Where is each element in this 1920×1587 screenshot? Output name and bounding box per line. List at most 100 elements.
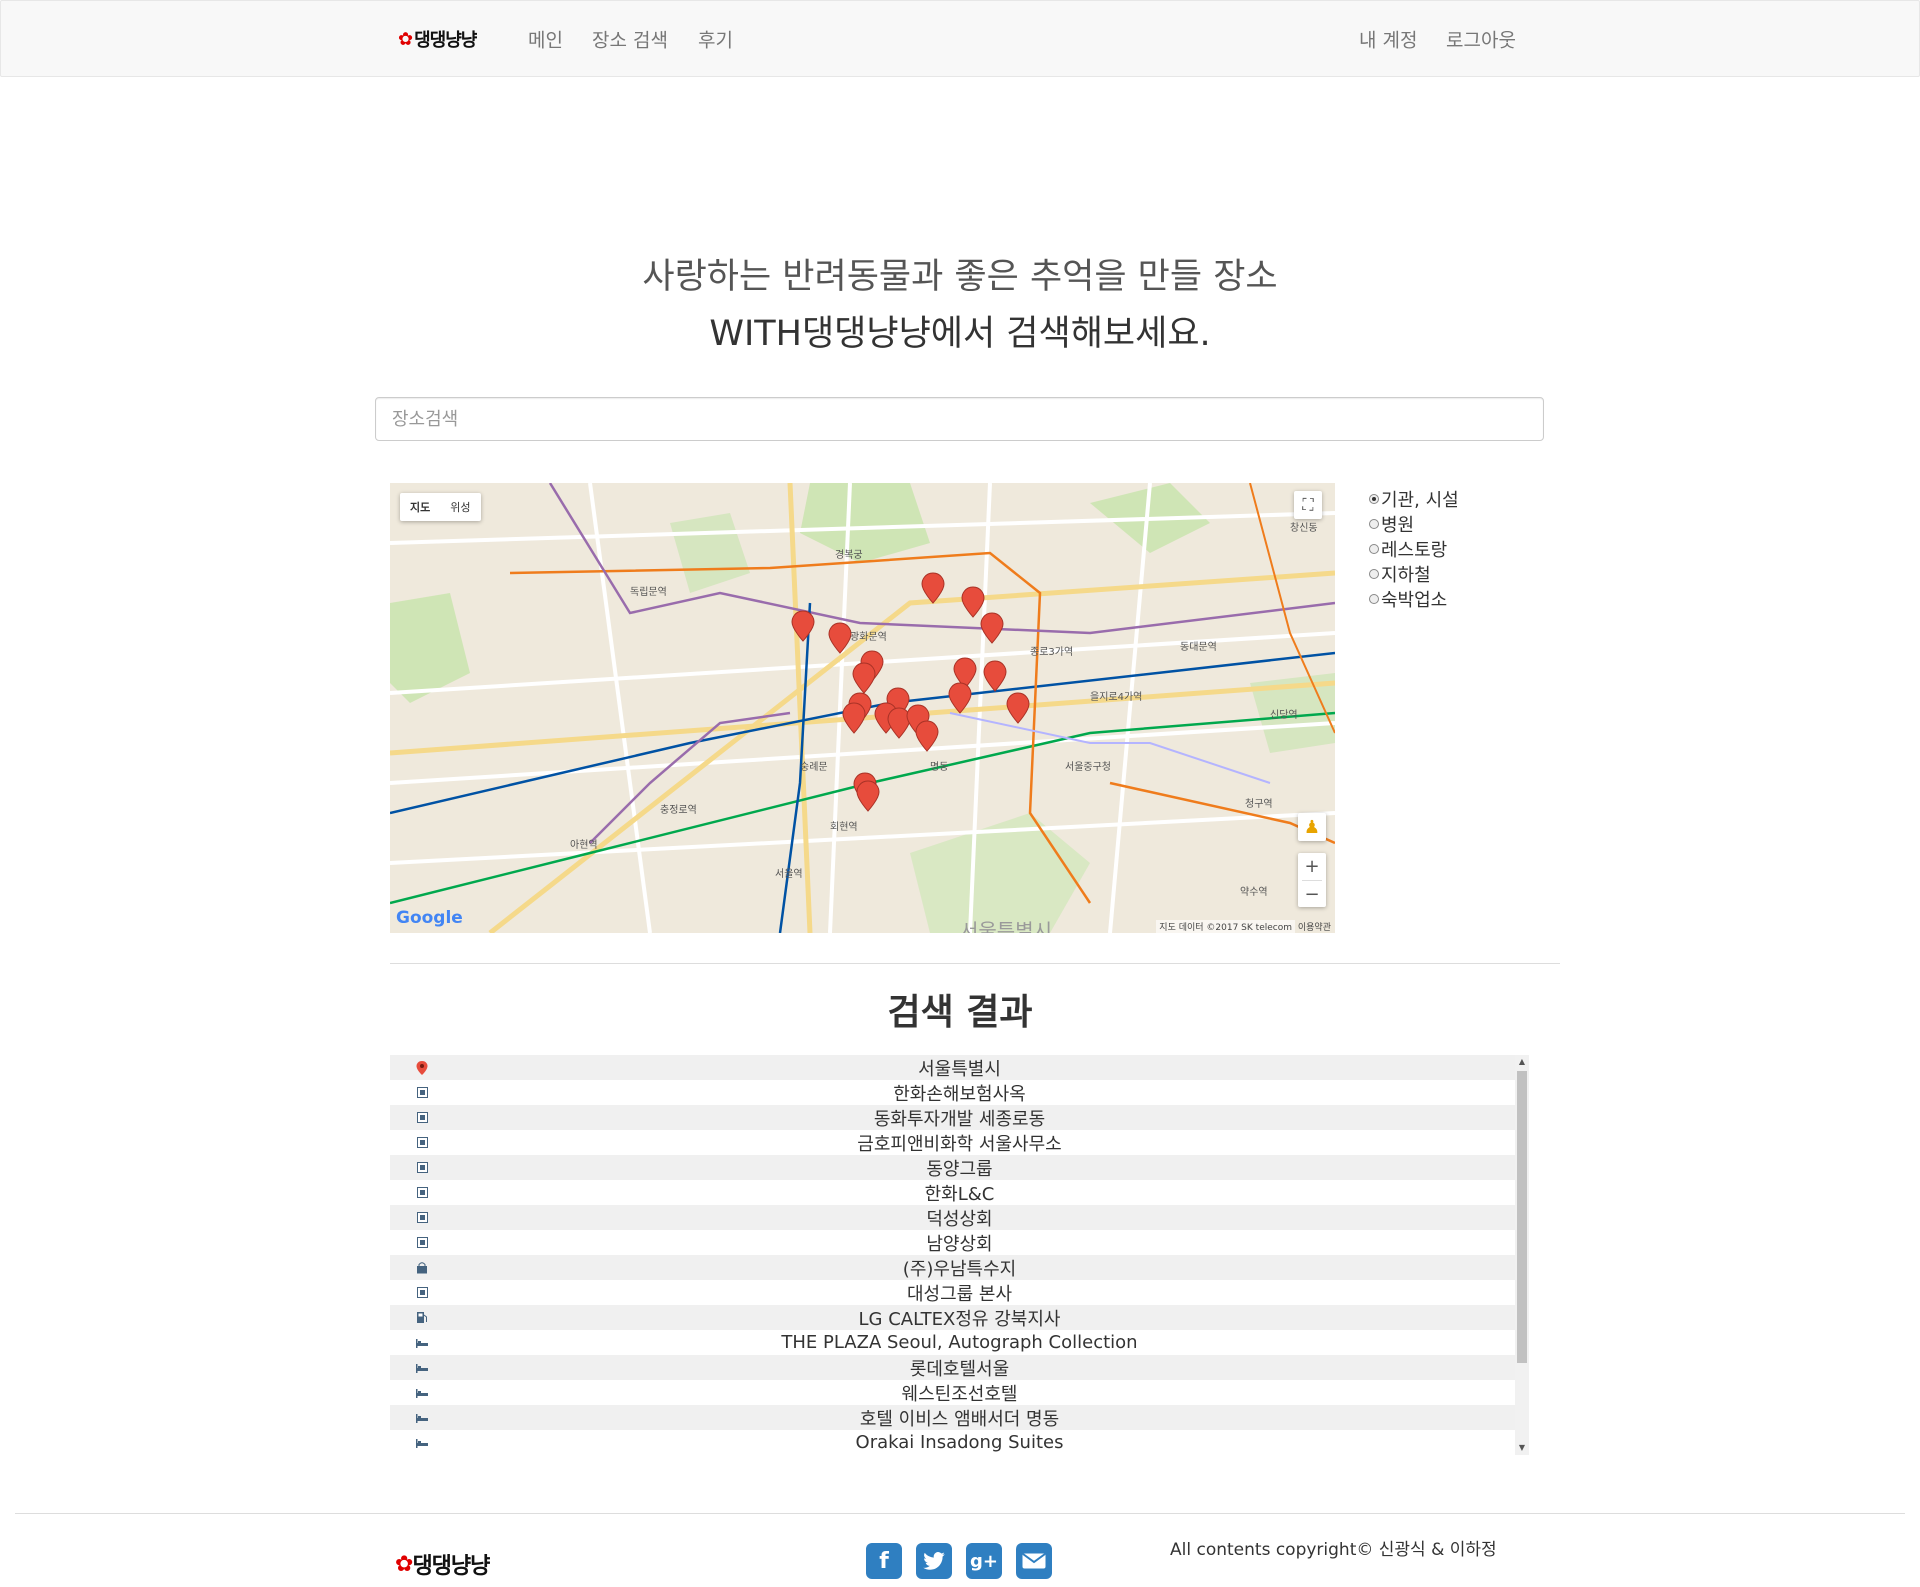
twitter-icon[interactable] bbox=[916, 1543, 952, 1579]
list-item[interactable]: 호텔 이비스 앰배서더 명동 bbox=[390, 1405, 1529, 1430]
result-name: Orakai Insadong Suites bbox=[855, 1432, 1064, 1453]
bed-icon bbox=[416, 1362, 428, 1374]
result-name: 롯데호텔서울 bbox=[909, 1358, 1010, 1380]
radio-button[interactable] bbox=[1369, 593, 1379, 604]
list-item[interactable]: 덕성상회 bbox=[390, 1205, 1529, 1230]
map-label: 신당역 bbox=[1270, 710, 1298, 721]
map-type-satellite-button[interactable]: 위성 bbox=[440, 493, 480, 521]
facebook-icon[interactable]: f bbox=[866, 1543, 902, 1579]
zoom-out-button[interactable]: − bbox=[1302, 879, 1322, 908]
nav-link-reviews[interactable]: 후기 bbox=[698, 26, 733, 53]
map-label: 회현역 bbox=[830, 822, 858, 833]
fullscreen-icon[interactable]: ⛶ bbox=[1294, 491, 1322, 519]
category-label: 레스토랑 bbox=[1381, 539, 1448, 561]
result-name: THE PLAZA Seoul, Autograph Collection bbox=[781, 1332, 1138, 1353]
list-item[interactable]: 롯데호텔서울 bbox=[390, 1355, 1529, 1380]
result-name: 호텔 이비스 앰배서더 명동 bbox=[859, 1408, 1060, 1430]
list-item[interactable]: 남양상회 bbox=[390, 1230, 1529, 1255]
footer-brand-text: 댕댕냥냥 bbox=[412, 1554, 490, 1579]
result-name: 동양그룹 bbox=[926, 1158, 993, 1180]
building-icon bbox=[416, 1212, 428, 1224]
bed-icon bbox=[416, 1387, 428, 1399]
list-item[interactable]: 서울특별시 bbox=[390, 1055, 1529, 1080]
list-item[interactable]: (주)우남특수지 bbox=[390, 1255, 1529, 1280]
building-icon bbox=[416, 1162, 428, 1174]
bed-icon bbox=[416, 1412, 428, 1424]
results-title: 검색 결과 bbox=[887, 992, 1033, 1033]
place-search-input[interactable] bbox=[375, 397, 1544, 441]
result-name: 대성그룹 본사 bbox=[906, 1283, 1013, 1305]
list-item[interactable]: 웨스틴조선호텔 bbox=[390, 1380, 1529, 1405]
bed-icon bbox=[416, 1337, 428, 1349]
brand-text: 댕댕냥냥 bbox=[414, 30, 477, 51]
radio-button[interactable] bbox=[1369, 518, 1379, 529]
list-item[interactable]: 동화투자개발 세종로동 bbox=[390, 1105, 1529, 1130]
map-label: 종로3가역 bbox=[1030, 647, 1074, 658]
building-icon bbox=[416, 1287, 428, 1299]
hero-line-2: WITH댕댕냥냥에서 검색해보세요. bbox=[709, 314, 1211, 354]
building-icon bbox=[416, 1112, 428, 1124]
list-item[interactable]: 한화L&C bbox=[390, 1180, 1529, 1205]
map-label: 동대문역 bbox=[1180, 642, 1217, 653]
building-icon bbox=[416, 1137, 428, 1149]
shop-icon bbox=[416, 1261, 428, 1274]
list-item[interactable]: 대성그룹 본사 bbox=[390, 1280, 1529, 1305]
zoom-in-button[interactable]: + bbox=[1304, 853, 1319, 880]
top-navbar: ✿ 댕댕냥냥 메인 장소 검색 후기 내 계정 로그아웃 bbox=[0, 0, 1920, 77]
nav-link-place-search[interactable]: 장소 검색 bbox=[592, 26, 668, 53]
location-pin-icon bbox=[416, 1060, 428, 1075]
radio-button[interactable] bbox=[1369, 543, 1379, 554]
radio-button[interactable] bbox=[1369, 493, 1379, 504]
result-name: 동화투자개발 세종로동 bbox=[873, 1108, 1046, 1130]
scroll-up-arrow-icon[interactable]: ▲ bbox=[1515, 1055, 1529, 1069]
list-item[interactable]: Orakai Insadong Suites bbox=[390, 1430, 1529, 1455]
list-item[interactable]: 동양그룹 bbox=[390, 1155, 1529, 1180]
footer-brand-logo[interactable]: ✿ 댕댕냥냥 bbox=[395, 1548, 490, 1580]
radio-button[interactable] bbox=[1369, 568, 1379, 579]
scroll-down-arrow-icon[interactable]: ▼ bbox=[1515, 1441, 1529, 1455]
category-label: 기관, 시설 bbox=[1381, 489, 1459, 511]
list-item[interactable]: LG CALTEX정유 강북지사 bbox=[390, 1305, 1529, 1330]
result-name: 덕성상회 bbox=[926, 1208, 993, 1230]
email-icon[interactable] bbox=[1016, 1543, 1052, 1579]
map-label: 아현역 bbox=[570, 840, 598, 851]
building-icon bbox=[416, 1237, 428, 1249]
map-type-map-button[interactable]: 지도 bbox=[400, 493, 440, 521]
list-item[interactable]: THE PLAZA Seoul, Autograph Collection bbox=[390, 1330, 1529, 1355]
nav-link-logout[interactable]: 로그아웃 bbox=[1446, 26, 1516, 53]
result-name: 금호피앤비화학 서울사무소 bbox=[857, 1133, 1062, 1155]
result-name: 남양상회 bbox=[926, 1233, 993, 1255]
result-name: 서울특별시 bbox=[918, 1058, 1001, 1080]
results-scrollbar-thumb[interactable] bbox=[1517, 1071, 1527, 1363]
category-option[interactable]: 숙박업소 bbox=[1369, 586, 1459, 611]
result-name: 한화L&C bbox=[924, 1183, 995, 1205]
map-label: 숭례문 bbox=[800, 762, 828, 773]
building-icon bbox=[416, 1087, 428, 1099]
hero-line-1: 사랑하는 반려동물과 좋은 추억을 만들 장소 bbox=[642, 257, 1278, 297]
nav-link-main[interactable]: 메인 bbox=[528, 26, 563, 53]
nav-link-my-account[interactable]: 내 계정 bbox=[1359, 26, 1417, 53]
list-item[interactable]: 한화손해보험사옥 bbox=[390, 1080, 1529, 1105]
map-label: 약수역 bbox=[1240, 887, 1268, 898]
category-option[interactable]: 지하철 bbox=[1369, 561, 1459, 586]
map-terms-link[interactable]: 이용약관 bbox=[1298, 920, 1331, 933]
zoom-control: + − bbox=[1298, 853, 1326, 907]
map-label: 창신동 bbox=[1290, 523, 1318, 534]
map-label: 청구역 bbox=[1245, 799, 1273, 810]
pegman-icon[interactable]: ♟ bbox=[1298, 813, 1326, 841]
category-option[interactable]: 기관, 시설 bbox=[1369, 486, 1459, 511]
list-item[interactable]: 금호피앤비화학 서울사무소 bbox=[390, 1130, 1529, 1155]
map-label: 광화문역 bbox=[850, 632, 887, 643]
category-option[interactable]: 병원 bbox=[1369, 511, 1459, 536]
google-logo[interactable]: Google bbox=[396, 908, 463, 928]
map-label-seoul: 서울특별시 bbox=[960, 919, 1052, 933]
category-filter: 기관, 시설 병원 레스토랑 지하철 숙박업소 bbox=[1369, 486, 1459, 611]
copyright-text: All contents copyright© 신광식 & 이하정 bbox=[1170, 1540, 1497, 1560]
results-list: 서울특별시 한화손해보험사옥 동화투자개발 세종로동 금호피앤비화학 서울사무소… bbox=[390, 1055, 1529, 1455]
google-plus-icon[interactable]: g+ bbox=[966, 1543, 1002, 1579]
map-label: 경복궁 bbox=[835, 550, 863, 561]
category-option[interactable]: 레스토랑 bbox=[1369, 536, 1459, 561]
map-view[interactable]: 서울특별시 종로3가역 을지로4가역 회현역 서울역 동대문역 경복궁 광화문역… bbox=[390, 483, 1335, 933]
result-name: 웨스틴조선호텔 bbox=[901, 1383, 1018, 1405]
brand-logo[interactable]: ✿ 댕댕냥냥 bbox=[398, 26, 477, 52]
